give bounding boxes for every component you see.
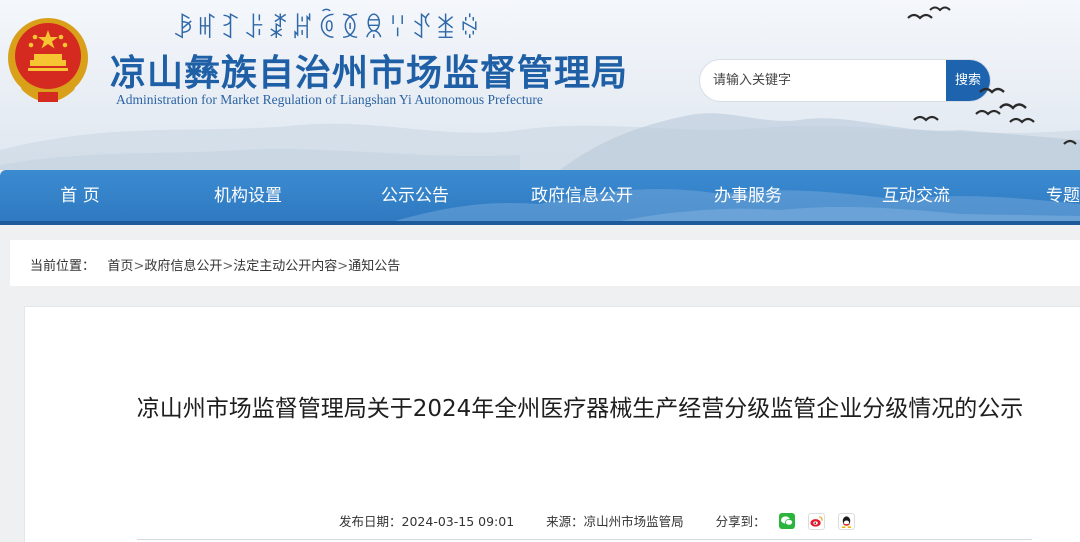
article-panel: 凉山州市场监督管理局关于2024年全州医疗器械生产经营分级监管企业分级情况的公示… — [24, 306, 1080, 542]
main-navigation: 首 页 机构设置 公示公告 政府信息公开 办事服务 互动交流 专题 — [0, 170, 1080, 225]
share-label: 分享到： — [715, 514, 766, 529]
site-subtitle-english: Administration for Market Regulation of … — [116, 92, 543, 107]
nav-item-government-info[interactable]: 政府信息公开 — [520, 170, 644, 222]
article-meta: 发布日期：2024-03-15 09:01 来源：凉山州市场监管局 分享到： — [339, 511, 855, 530]
meta-divider — [137, 539, 1032, 540]
flying-birds-decoration — [907, 6, 1077, 145]
national-emblem-icon — [8, 18, 88, 102]
weibo-icon[interactable] — [807, 513, 825, 530]
breadcrumb-item-home[interactable]: 首页 — [107, 259, 133, 274]
nav-item-announcements[interactable]: 公示公告 — [365, 170, 465, 222]
publish-date: 2024-03-15 09:01 — [401, 514, 515, 529]
article-title: 凉山州市场监督管理局关于2024年全州医疗器械生产经营分级监管企业分级情况的公示 — [136, 396, 1024, 422]
nav-item-home[interactable]: 首 页 — [40, 170, 120, 222]
nav-item-organization[interactable]: 机构设置 — [198, 170, 298, 222]
breadcrumb-item-notices[interactable]: 通知公告 — [348, 259, 400, 274]
breadcrumb-item-government-info[interactable]: 政府信息公开 — [144, 259, 222, 274]
site-title: 凉山彝族自治州市场监督管理局 — [110, 53, 629, 94]
breadcrumb-prefix: 当前位置： — [30, 259, 96, 274]
nav-item-interaction[interactable]: 互动交流 — [866, 170, 966, 222]
source-value: 凉山州市场监管局 — [583, 514, 684, 529]
nav-bottom-border — [0, 221, 1080, 225]
source-label: 来源： — [546, 514, 584, 529]
breadcrumb-item-statutory-disclosure[interactable]: 法定主动公开内容 — [233, 259, 337, 274]
breadcrumb-separator: > — [337, 259, 349, 274]
breadcrumb-bar: 当前位置： 首页>政府信息公开>法定主动公开内容>通知公告 — [10, 240, 1080, 286]
breadcrumb-separator: > — [133, 259, 145, 274]
wechat-icon[interactable] — [778, 513, 795, 529]
breadcrumb-separator: > — [222, 259, 234, 274]
nav-item-topics[interactable]: 专题 — [1046, 170, 1080, 222]
yi-script-title: ꆃꎭꆈꌠꊨꏦꏱꅉꌋꈌꀋꁧꍈ — [172, 12, 483, 45]
site-header: ꆃꎭꆈꌠꊨꏦꏱꅉꌋꈌꀋꁧꍈ 凉山彝族自治州市场监督管理局 Administrat… — [0, 0, 1080, 170]
publish-date-label: 发布日期： — [339, 514, 402, 529]
nav-item-services[interactable]: 办事服务 — [698, 170, 798, 222]
qq-icon[interactable] — [837, 513, 855, 530]
breadcrumb: 当前位置： 首页>政府信息公开>法定主动公开内容>通知公告 — [30, 255, 400, 274]
